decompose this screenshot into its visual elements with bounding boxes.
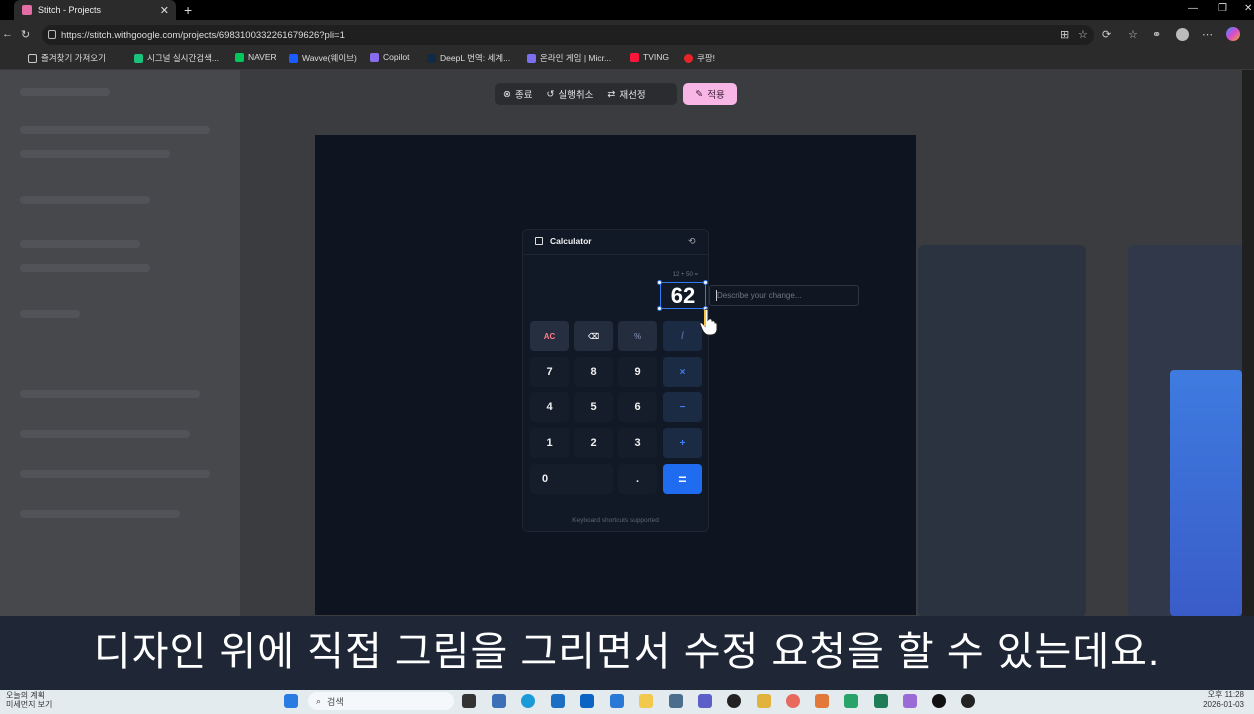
new-tab-button[interactable]: + bbox=[184, 2, 192, 18]
store-icon[interactable] bbox=[551, 694, 565, 708]
key-multiply[interactable]: × bbox=[663, 357, 702, 387]
teams-icon[interactable] bbox=[698, 694, 712, 708]
key-2[interactable]: 2 bbox=[574, 428, 613, 458]
calculator-icon bbox=[535, 237, 543, 245]
search-icon: ⌕ bbox=[316, 695, 322, 706]
folder-icon[interactable] bbox=[639, 694, 653, 708]
blurred-screen-preview bbox=[1170, 370, 1242, 616]
undo-icon: ↺ bbox=[546, 88, 555, 100]
profile-avatar[interactable] bbox=[1176, 28, 1189, 41]
app-icon[interactable] bbox=[669, 694, 683, 708]
key-dot[interactable]: . bbox=[618, 464, 657, 494]
bookmark-item[interactable]: 즐겨찾기 가져오기 bbox=[28, 52, 106, 64]
describe-change-input[interactable]: Describe your change... bbox=[709, 285, 859, 306]
calculator-expression: 12 + 50 = bbox=[672, 272, 698, 278]
bookmark-item[interactable]: TVING bbox=[630, 52, 669, 62]
bookmark-item[interactable]: Copilot bbox=[370, 52, 409, 62]
bookmark-item[interactable]: DeepL 번역: 세계... bbox=[427, 52, 510, 64]
app-icon[interactable] bbox=[844, 694, 858, 708]
collections-icon[interactable]: ⚭ bbox=[1152, 28, 1161, 41]
video-subtitle: 디자인 위에 직접 그림을 그리면서 수정 요청을 할 수 있는데요. bbox=[0, 616, 1254, 690]
extensions-icon[interactable]: ⟳ bbox=[1102, 28, 1111, 41]
back-icon[interactable]: ← bbox=[2, 28, 13, 40]
hand-pointer-icon bbox=[699, 308, 718, 336]
edge-icon[interactable] bbox=[521, 694, 535, 708]
task-view-icon[interactable] bbox=[462, 694, 476, 708]
key-minus[interactable]: − bbox=[663, 392, 702, 422]
key-6[interactable]: 6 bbox=[618, 392, 657, 422]
url-field[interactable]: https://stitch.withgoogle.com/projects/6… bbox=[42, 25, 1094, 45]
key-0[interactable]: 0 bbox=[530, 464, 613, 494]
key-plus[interactable]: + bbox=[663, 428, 702, 458]
blurred-screen-preview bbox=[918, 245, 1086, 617]
selection-handle[interactable] bbox=[657, 306, 662, 311]
stitch-favicon-icon bbox=[22, 5, 32, 15]
copilot-icon[interactable] bbox=[1226, 27, 1240, 41]
pen-icon: ✎ bbox=[695, 88, 704, 100]
taskbar-widget[interactable]: 오늘의 계획 미세먼지 보기 bbox=[6, 691, 52, 709]
key-equals[interactable]: = bbox=[663, 464, 702, 494]
blurred-sidebar bbox=[0, 70, 240, 616]
app-icon[interactable] bbox=[903, 694, 917, 708]
app-icon[interactable] bbox=[610, 694, 624, 708]
right-sidebar bbox=[1242, 70, 1254, 616]
keyboard-shortcuts-note: Keyboard shortcuts supported bbox=[572, 517, 659, 524]
close-window-icon[interactable]: ✕ bbox=[1244, 3, 1252, 14]
bookmark-item[interactable]: 시그널 실시간검색... bbox=[134, 52, 219, 64]
app-icon[interactable] bbox=[757, 694, 771, 708]
notepad-icon[interactable] bbox=[492, 694, 506, 708]
selection-handle[interactable] bbox=[703, 280, 708, 285]
outlook-icon[interactable] bbox=[580, 694, 594, 708]
bookmark-item[interactable]: 온라인 게임 | Micr... bbox=[527, 52, 611, 64]
bookmark-item[interactable]: 쿠팡! bbox=[684, 52, 715, 64]
threads-icon[interactable] bbox=[932, 694, 946, 708]
bookmark-item[interactable]: NAVER bbox=[235, 52, 277, 62]
tab-title: Stitch - Projects bbox=[38, 5, 102, 15]
selection-handle[interactable] bbox=[657, 280, 662, 285]
key-4[interactable]: 4 bbox=[530, 392, 569, 422]
url-text: https://stitch.withgoogle.com/projects/6… bbox=[61, 29, 345, 41]
key-5[interactable]: 5 bbox=[574, 392, 613, 422]
media-player-icon[interactable] bbox=[961, 694, 975, 708]
bookmark-item[interactable]: Wavve(웨이브) bbox=[289, 52, 357, 64]
more-menu-icon[interactable]: ⋯ bbox=[1202, 28, 1213, 41]
favorites-icon[interactable]: ☆ bbox=[1128, 28, 1138, 41]
key-1[interactable]: 1 bbox=[530, 428, 569, 458]
tab-stitch-projects[interactable]: Stitch - Projects ✕ bbox=[14, 0, 176, 20]
refresh-icon[interactable]: ↻ bbox=[21, 28, 30, 41]
key-divide[interactable]: / bbox=[663, 321, 702, 351]
edit-toolbar: ⊗ 종료 ↺ 실행취소 ⇄ 재선정 bbox=[495, 83, 677, 105]
windows-taskbar bbox=[0, 690, 1254, 714]
calculator-title: Calculator bbox=[550, 236, 592, 246]
key-8[interactable]: 8 bbox=[574, 357, 613, 387]
restore-icon[interactable]: ❐ bbox=[1218, 3, 1227, 14]
calculator-result-display[interactable]: 62 bbox=[660, 282, 706, 309]
taskbar-search[interactable]: ⌕ 검색 bbox=[308, 692, 454, 710]
favorite-star-icon[interactable]: ☆ bbox=[1078, 28, 1088, 41]
reselect-icon: ⇄ bbox=[607, 88, 616, 100]
apply-button[interactable]: ✎ 적용 bbox=[683, 83, 737, 105]
tab-close-icon[interactable]: ✕ bbox=[160, 4, 169, 17]
chrome-icon[interactable] bbox=[786, 694, 800, 708]
chatgpt-icon[interactable] bbox=[727, 694, 741, 708]
close-circle-icon: ⊗ bbox=[503, 88, 511, 100]
history-icon[interactable]: ⟲ bbox=[688, 236, 696, 247]
key-3[interactable]: 3 bbox=[618, 428, 657, 458]
lock-icon bbox=[48, 30, 56, 39]
app-icon[interactable] bbox=[874, 694, 888, 708]
taskbar-clock[interactable]: 오후 11:28 2026-01-03 bbox=[1194, 690, 1244, 710]
key-percent[interactable]: % bbox=[618, 321, 657, 351]
key-9[interactable]: 9 bbox=[618, 357, 657, 387]
app-install-icon[interactable]: ⊞ bbox=[1060, 28, 1069, 41]
key-backspace[interactable]: ⌫ bbox=[574, 321, 613, 351]
undo-button[interactable]: ↺ 실행취소 bbox=[546, 87, 593, 102]
reselect-button[interactable]: ⇄ 재선정 bbox=[607, 87, 645, 102]
minimize-icon[interactable]: — bbox=[1188, 3, 1198, 14]
close-button[interactable]: ⊗ 종료 bbox=[503, 87, 532, 102]
start-windows-icon[interactable] bbox=[284, 694, 298, 708]
key-7[interactable]: 7 bbox=[530, 357, 569, 387]
app-icon[interactable] bbox=[815, 694, 829, 708]
key-ac[interactable]: AC bbox=[530, 321, 569, 351]
